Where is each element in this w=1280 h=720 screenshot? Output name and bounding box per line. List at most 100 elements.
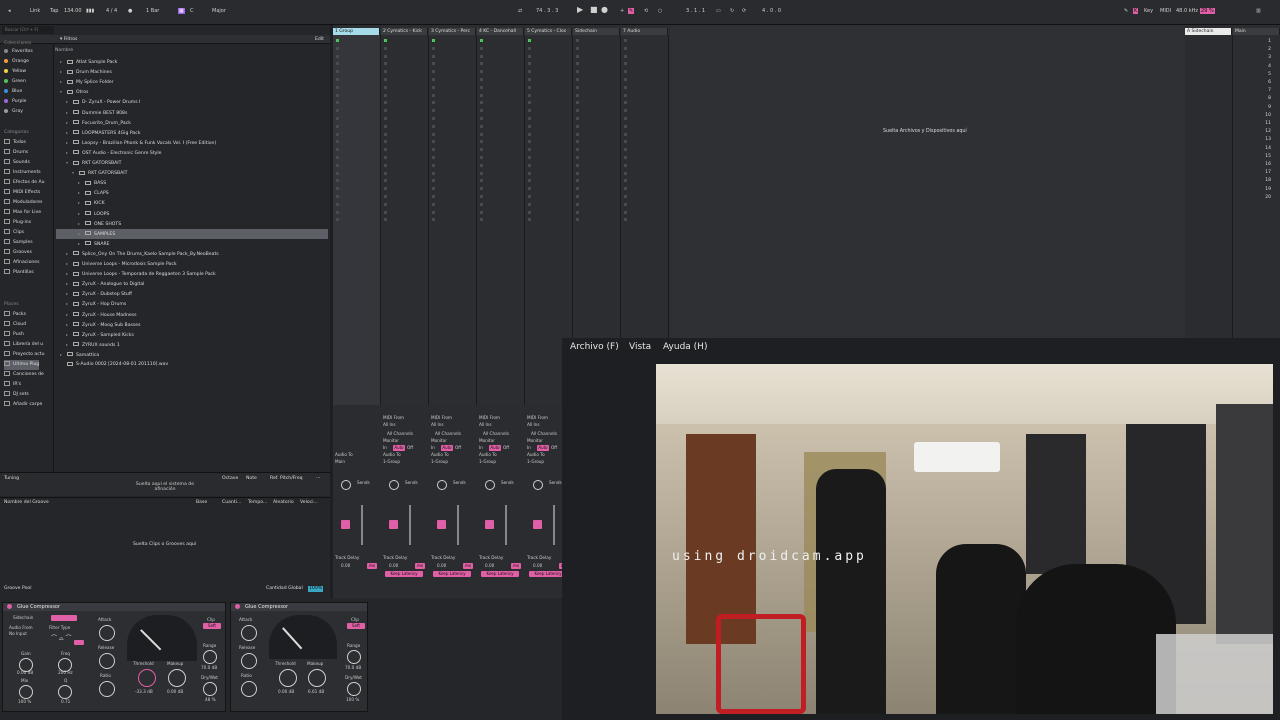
clip-slot[interactable]: [336, 62, 339, 66]
clip-slot[interactable]: [480, 156, 483, 159]
clip-slot[interactable]: [336, 46, 339, 50]
drywet-value[interactable]: 48 %: [205, 697, 216, 702]
expand-arrow-icon[interactable]: ▸: [78, 239, 85, 249]
keep-latency-button[interactable]: Keep Latency: [481, 571, 519, 577]
clip-slot[interactable]: [624, 171, 627, 175]
monitor-off[interactable]: Off: [503, 445, 509, 450]
clip-slot[interactable]: [432, 54, 435, 58]
track-delay-unit[interactable]: ms: [415, 563, 425, 569]
loop-start[interactable]: 3 . 1 . 1: [686, 8, 705, 14]
expand-arrow-icon[interactable]: ▸: [60, 67, 67, 77]
expand-arrow-icon[interactable]: ▸: [78, 209, 85, 219]
expand-arrow-icon[interactable]: ▸: [78, 188, 85, 198]
browser-tree-item[interactable]: ▾ RKT GATORSBAIT: [56, 158, 328, 168]
clip-slot[interactable]: [480, 187, 483, 191]
clip-slot[interactable]: [576, 156, 579, 159]
volume-fader[interactable]: [505, 505, 507, 545]
clip-slot[interactable]: [576, 124, 579, 128]
clip-slot[interactable]: [624, 195, 627, 198]
scene-launch[interactable]: 19: [1255, 187, 1271, 192]
clip-slot[interactable]: [624, 46, 627, 50]
browser-tree-item[interactable]: ▸ KICK: [56, 198, 328, 208]
monitor-in[interactable]: In: [431, 445, 435, 450]
clip-slot[interactable]: [576, 70, 579, 74]
release-knob[interactable]: [99, 653, 115, 669]
scene-launch[interactable]: 12: [1255, 129, 1271, 134]
tap-button[interactable]: Tap: [50, 8, 58, 14]
menu-view[interactable]: Vista: [629, 342, 651, 352]
clip-slot[interactable]: [432, 93, 435, 97]
clip-slot[interactable]: [432, 62, 435, 66]
clip-slot[interactable]: [480, 124, 483, 128]
threshold-value[interactable]: -33.3 dB: [135, 689, 153, 694]
clip-slot[interactable]: [528, 117, 531, 120]
clip-slot[interactable]: [528, 132, 531, 136]
track-delay-value[interactable]: 0.00: [389, 563, 398, 568]
clip-slot[interactable]: [336, 140, 339, 144]
clip-slot[interactable]: [432, 109, 435, 113]
metronome-icon[interactable]: ▮▮▮: [86, 8, 94, 14]
place-item[interactable]: IR's: [4, 380, 21, 390]
clip-slot[interactable]: [480, 148, 483, 152]
record-options-icon[interactable]: ●: [128, 8, 132, 14]
clip-slot[interactable]: [432, 156, 435, 159]
clip-slot[interactable]: [384, 62, 387, 66]
browser-tree-item[interactable]: ▸ OST Audio - Electronic Genre Style: [56, 148, 328, 158]
midi-channel-select[interactable]: All Channels: [531, 431, 557, 436]
expand-arrow-icon[interactable]: ▸: [78, 219, 85, 229]
browser-tree-item[interactable]: ▸ ZYRUX sounds 1: [56, 340, 328, 350]
clip-slot[interactable]: [384, 156, 387, 159]
clip-slot[interactable]: [624, 163, 627, 167]
clip-slot[interactable]: [336, 132, 339, 136]
clip-slot[interactable]: [384, 54, 387, 58]
clip-slot[interactable]: [432, 163, 435, 167]
place-item[interactable]: Packs: [4, 310, 26, 320]
automation-arm-icon[interactable]: ✎: [628, 8, 635, 14]
threshold-knob[interactable]: [138, 669, 156, 687]
follow-icon[interactable]: ⇄: [518, 8, 522, 14]
clip-slot[interactable]: [336, 195, 339, 198]
clip-slot[interactable]: [576, 109, 579, 113]
clip-slot[interactable]: [528, 171, 531, 175]
track-header[interactable]: 2 Cymatics - Kick: [381, 28, 428, 35]
clip-slot[interactable]: [576, 93, 579, 97]
clip-slot[interactable]: [432, 202, 435, 206]
clip-slot[interactable]: [624, 85, 627, 89]
category-item[interactable]: Plantillas: [4, 268, 34, 278]
track-header[interactable]: 7 Audio: [621, 28, 668, 35]
scene-launch[interactable]: 1: [1255, 39, 1271, 44]
clip-slot[interactable]: [336, 187, 339, 191]
clip-slot[interactable]: [624, 93, 627, 97]
clip-slot[interactable]: [336, 163, 339, 167]
threshold-knob[interactable]: [279, 669, 297, 687]
clip-slot[interactable]: [384, 101, 387, 105]
category-item[interactable]: Todos: [4, 138, 26, 148]
clip-slot[interactable]: [624, 132, 627, 136]
clip-slot[interactable]: [384, 93, 387, 97]
place-item[interactable]: Canciones de: [4, 370, 44, 380]
clip-slot[interactable]: [576, 179, 579, 183]
clip-slot[interactable]: [576, 39, 579, 42]
expand-arrow-icon[interactable]: ▸: [66, 340, 73, 350]
clip-slot[interactable]: [336, 148, 339, 152]
place-item[interactable]: Añadir carpe: [4, 400, 42, 410]
collection-item[interactable]: Purple: [4, 97, 27, 107]
collection-item[interactable]: Green: [4, 77, 26, 87]
scene-launch[interactable]: 8: [1255, 96, 1271, 101]
category-item[interactable]: Clips: [4, 228, 24, 238]
overdub-icon[interactable]: +: [620, 8, 624, 14]
groove-drop-zone[interactable]: Suelta Clips o Grooves aquí: [133, 540, 196, 550]
clip-slot[interactable]: [624, 156, 627, 159]
clip-slot[interactable]: [576, 132, 579, 136]
midi-input-select[interactable]: All Ins: [479, 422, 492, 427]
clip-slot[interactable]: [528, 156, 531, 159]
clip-slot[interactable]: [480, 140, 483, 144]
track-activator[interactable]: [341, 520, 350, 529]
midi-input-select[interactable]: All Ins: [527, 422, 540, 427]
clip-slot[interactable]: [576, 46, 579, 50]
place-item[interactable]: Librería del u: [4, 340, 43, 350]
clip-slot[interactable]: [432, 195, 435, 198]
browser-tree-item[interactable]: ▸ Splice_Ony On The Drums_Kaelo Sample Pa…: [56, 249, 328, 259]
clip-slot[interactable]: [576, 117, 579, 120]
browser-tree-item[interactable]: ▸ ZyruX - Sampled Kicks: [56, 330, 328, 340]
